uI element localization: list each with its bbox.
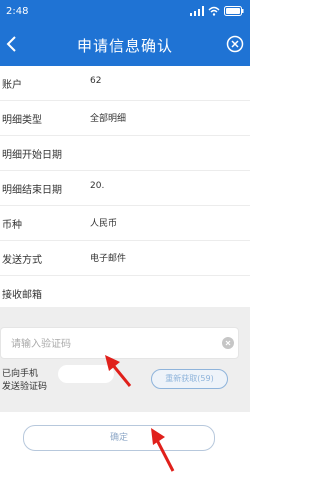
status-time: 2:48 xyxy=(6,6,29,17)
row-email: 接收邮箱 xyxy=(0,276,250,311)
row-label: 接收邮箱 xyxy=(2,290,42,301)
resend-code-button[interactable]: 重新获取(59) xyxy=(151,369,228,389)
row-currency: 币种 人民币 xyxy=(0,206,250,241)
arrow-annotation-icon xyxy=(105,355,132,387)
row-label: 明细开始日期 xyxy=(2,150,62,161)
code-sent-line1: 已向手机 xyxy=(2,369,39,379)
info-list: 账户 62 明细类型 全部明细 明细开始日期 明细结束日期 20. 币种 人民币… xyxy=(0,66,250,311)
row-label: 明细结束日期 xyxy=(2,185,62,196)
row-label: 明细类型 xyxy=(2,115,42,126)
row-value: 人民币 xyxy=(90,219,118,229)
status-bar: 2:48 xyxy=(0,0,250,22)
row-end-date: 明细结束日期 20. xyxy=(0,171,250,206)
battery-icon xyxy=(224,6,244,16)
clear-icon[interactable] xyxy=(222,337,234,349)
row-value: 电子邮件 xyxy=(90,254,127,264)
page-title: 申请信息确认 xyxy=(76,37,173,55)
close-circle-icon[interactable] xyxy=(226,35,244,53)
row-start-date: 明细开始日期 xyxy=(0,136,250,171)
row-detail-type: 明细类型 全部明细 xyxy=(0,101,250,136)
row-value: 62 xyxy=(90,76,102,86)
verification-code-input[interactable] xyxy=(9,334,213,354)
nav-bar: 申请信息确认 xyxy=(0,22,250,66)
code-sent-line2: 发送验证码 xyxy=(2,382,48,392)
row-value: 全部明细 xyxy=(90,114,127,124)
row-label: 账户 xyxy=(2,80,22,91)
row-label: 发送方式 xyxy=(2,255,42,266)
arrow-annotation-icon xyxy=(151,428,175,472)
row-label: 币种 xyxy=(2,220,22,231)
row-value: 20. xyxy=(90,181,105,191)
row-account: 账户 62 xyxy=(0,66,250,101)
confirm-button[interactable]: 确定 xyxy=(23,425,215,451)
status-icons xyxy=(190,5,244,17)
wifi-icon xyxy=(208,6,220,16)
code-sent-notice: 已向手机 发送验证码 xyxy=(2,368,47,394)
signal-icon xyxy=(190,6,204,16)
row-delivery-method: 发送方式 电子邮件 xyxy=(0,241,250,276)
